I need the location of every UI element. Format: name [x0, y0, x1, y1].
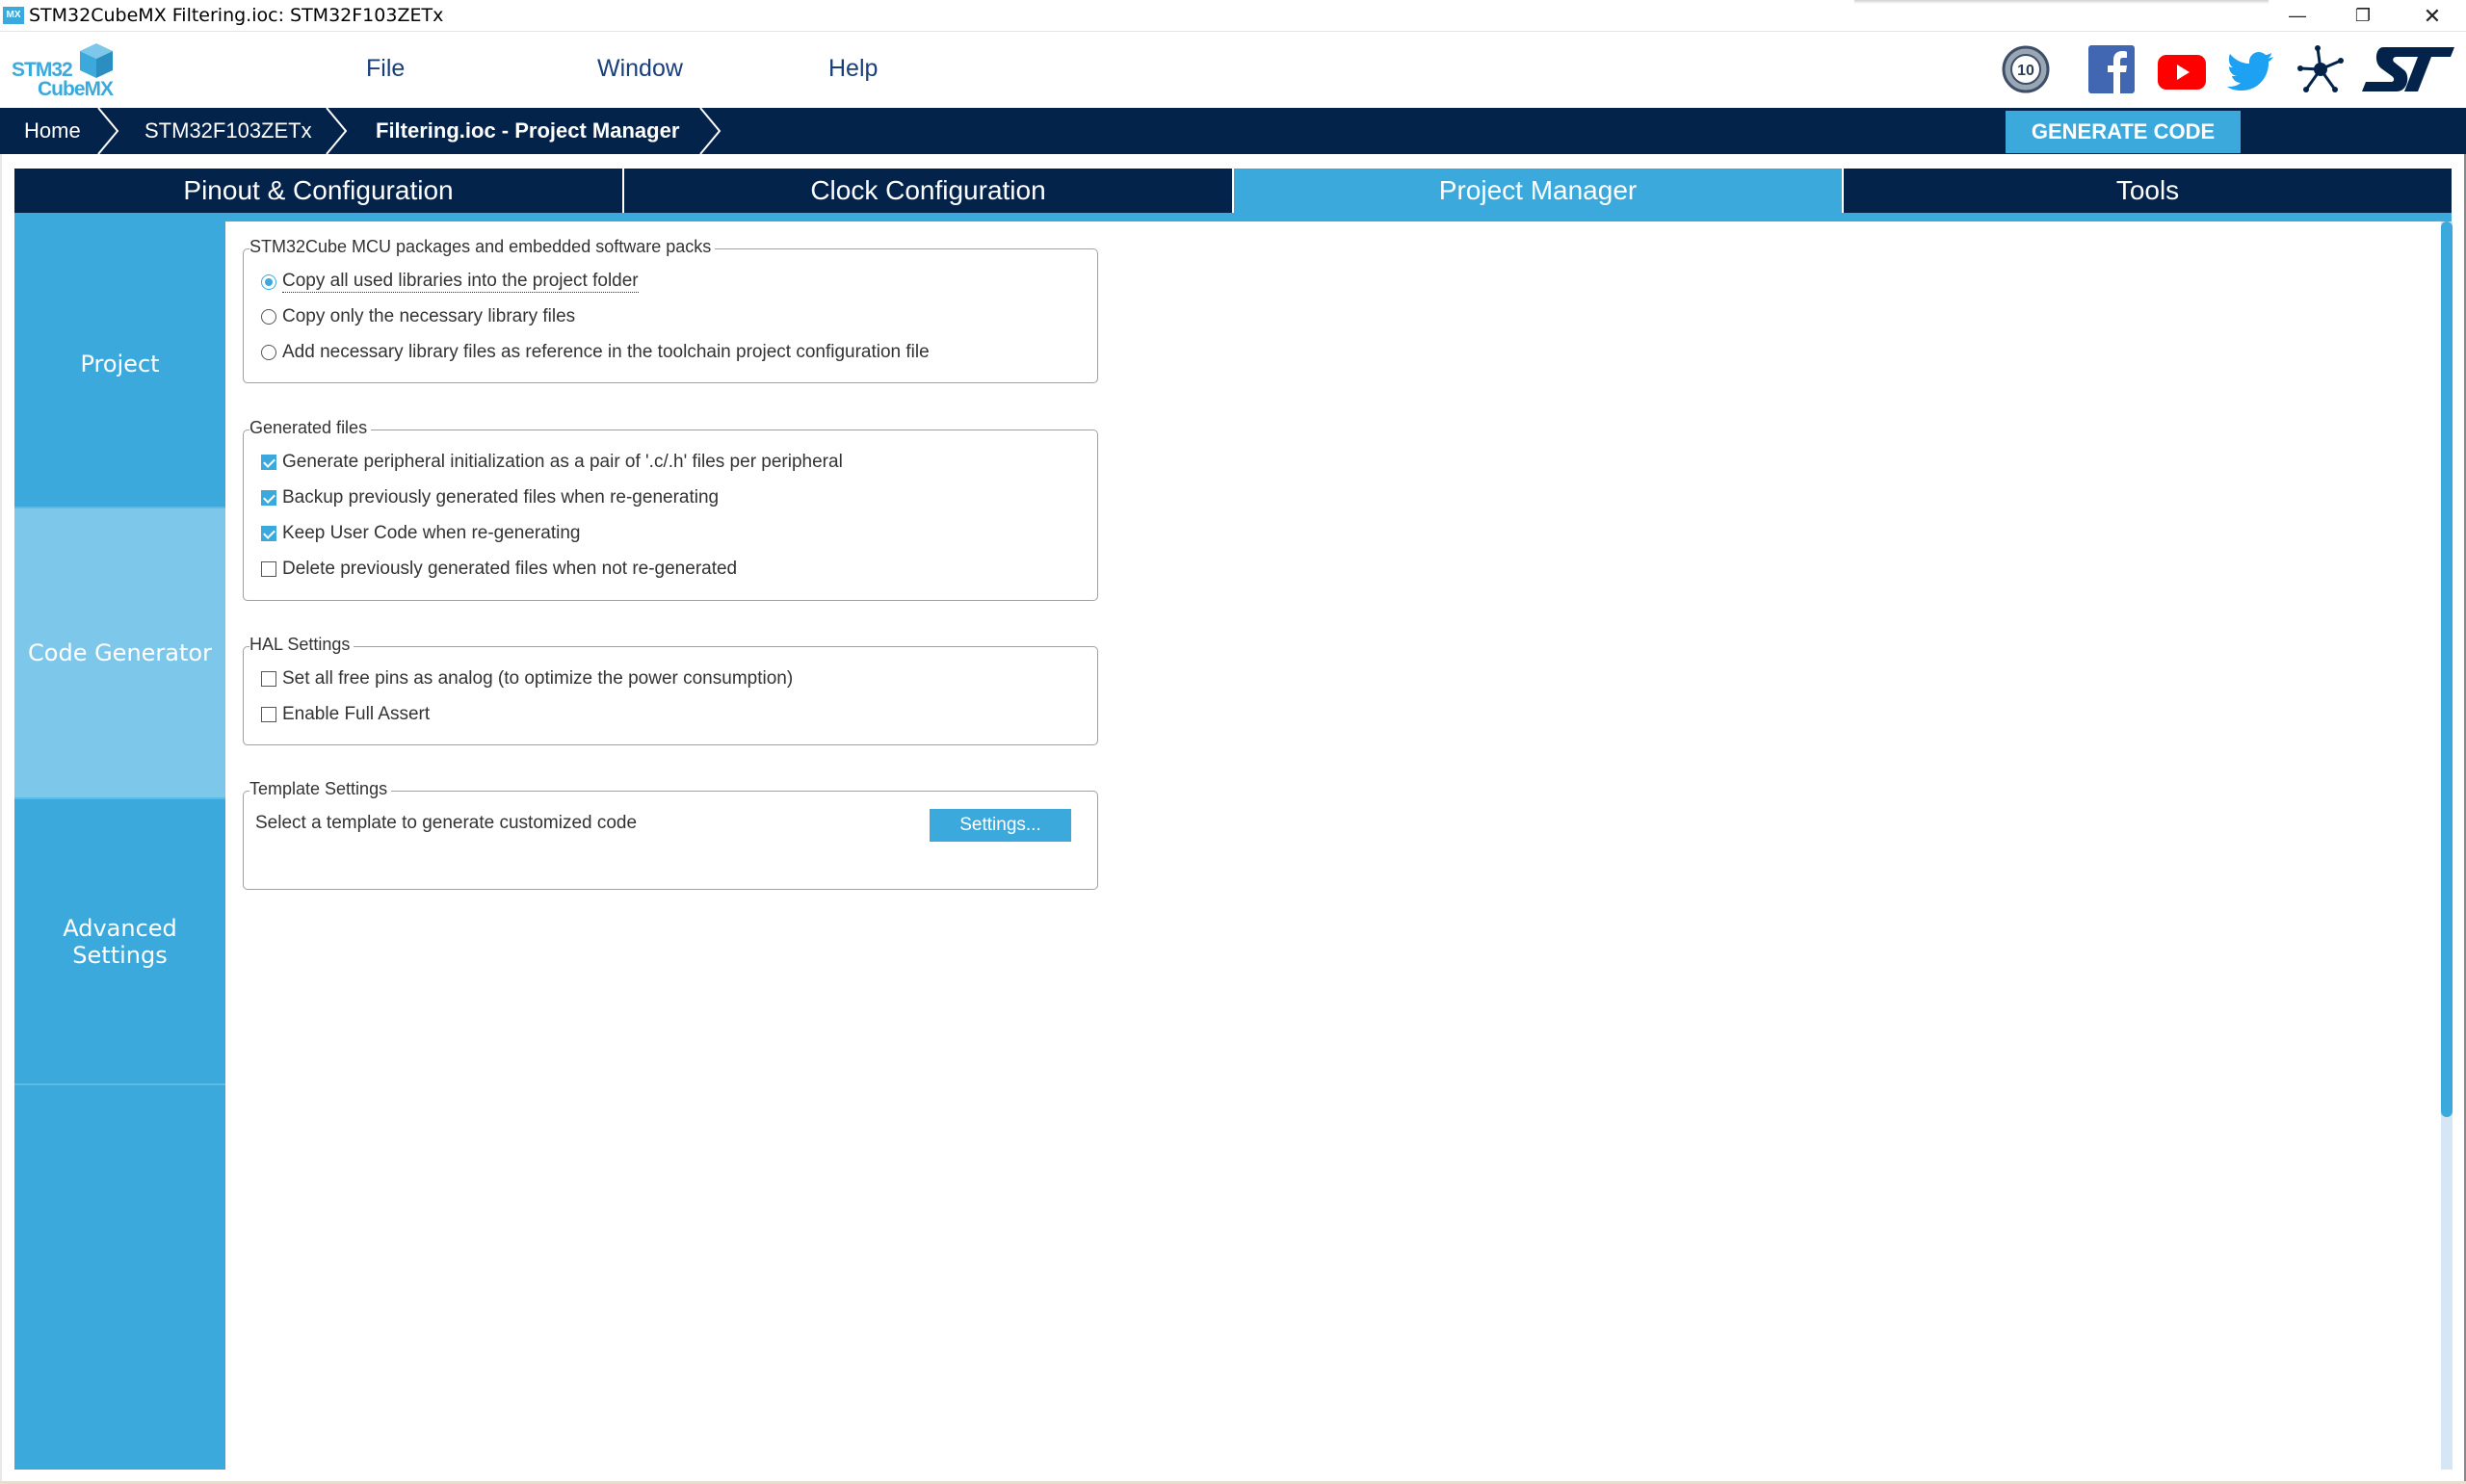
radio-copy-necessary-files[interactable]: Copy only the necessary library files: [261, 306, 575, 327]
sidebar-item-label: Advanced Settings: [63, 914, 177, 969]
option-label: Keep User Code when re-generating: [282, 523, 581, 543]
checkbox[interactable]: [261, 671, 276, 687]
minimize-button[interactable]: —: [2264, 0, 2331, 32]
option-label: Copy only the necessary library files: [282, 306, 576, 326]
option-label: Delete previously generated files when n…: [282, 559, 738, 579]
sidebar-item-code-generator[interactable]: Code Generator: [14, 508, 225, 799]
youtube-icon[interactable]: [2158, 55, 2206, 90]
hal-settings-group: HAL Settings Set all free pins as analog…: [243, 635, 1098, 745]
twitter-icon[interactable]: [2227, 51, 2275, 93]
generate-code-button[interactable]: GENERATE CODE: [2006, 111, 2241, 153]
chevron-right-icon: [97, 108, 119, 154]
sidebar-item-advanced-settings[interactable]: Advanced Settings: [14, 799, 225, 1085]
breadcrumb-mcu[interactable]: STM32F103ZETx: [144, 108, 312, 154]
option-label: Backup previously generated files when r…: [282, 487, 720, 508]
checkbox-generate-peripheral-pairs[interactable]: Generate peripheral initialization as a …: [261, 452, 843, 473]
breadcrumb: Home STM32F103ZETx Filtering.ioc - Proje…: [0, 108, 2466, 154]
menu-file[interactable]: File: [366, 55, 405, 83]
window-title: STM32CubeMX Filtering.ioc: STM32F103ZETx: [29, 5, 444, 26]
option-label: Copy all used libraries into the project…: [282, 271, 639, 293]
sidebar-item-label: Project: [80, 351, 160, 378]
template-description: Select a template to generate customized…: [255, 813, 638, 833]
option-label: Set all free pins as analog (to optimize…: [282, 668, 794, 689]
checkbox-checked[interactable]: [261, 526, 276, 541]
option-label: Enable Full Assert: [282, 704, 431, 724]
group-title: STM32Cube MCU packages and embedded soft…: [249, 237, 716, 257]
app-icon: MX: [3, 7, 24, 24]
radio-copy-all-libraries[interactable]: Copy all used libraries into the project…: [261, 271, 639, 293]
window-border-left: [0, 154, 2, 1484]
cube-icon: [80, 43, 113, 78]
sidebar-item-label: Code Generator: [28, 639, 212, 666]
sidebar-item-project[interactable]: Project: [14, 221, 225, 508]
breadcrumb-current: Filtering.ioc - Project Manager: [376, 118, 680, 143]
checkbox-enable-full-assert[interactable]: Enable Full Assert: [261, 704, 430, 725]
checkbox[interactable]: [261, 561, 276, 577]
tab-pinout-configuration[interactable]: Pinout & Configuration: [14, 169, 624, 213]
group-title: Generated files: [249, 418, 372, 438]
menu-help[interactable]: Help: [828, 55, 878, 83]
radio-add-as-reference[interactable]: Add necessary library files as reference…: [261, 342, 930, 363]
tab-project-manager[interactable]: Project Manager: [1234, 169, 1844, 213]
checkbox-backup-generated-files[interactable]: Backup previously generated files when r…: [261, 487, 719, 508]
app-header: STM32 CubeMX File Window Help 10: [0, 32, 2466, 108]
svg-text:10: 10: [2017, 63, 2034, 79]
checkbox-checked[interactable]: [261, 455, 276, 470]
radio-button[interactable]: [261, 309, 276, 325]
option-label: Add necessary library files as reference…: [282, 342, 930, 362]
template-settings-button[interactable]: Settings...: [930, 809, 1071, 842]
menu-window[interactable]: Window: [597, 55, 683, 83]
window-title-bar: MX STM32CubeMX Filtering.ioc: STM32F103Z…: [0, 0, 2466, 32]
restore-button[interactable]: ❐: [2329, 0, 2397, 32]
chevron-right-icon: [326, 108, 348, 154]
facebook-icon[interactable]: [2088, 45, 2135, 93]
logo-text-cubemx: CubeMX: [38, 78, 114, 100]
group-title: HAL Settings: [249, 635, 354, 655]
chevron-right-icon: [699, 108, 721, 154]
group-title: Template Settings: [249, 779, 392, 799]
checkbox[interactable]: [261, 707, 276, 722]
close-button[interactable]: ✕: [2399, 0, 2466, 32]
checkbox-free-pins-analog[interactable]: Set all free pins as analog (to optimize…: [261, 668, 793, 690]
checkbox-checked[interactable]: [261, 490, 276, 506]
network-icon[interactable]: [2296, 45, 2345, 93]
ten-years-badge-icon[interactable]: 10: [2002, 45, 2050, 93]
checkbox-delete-generated-files[interactable]: Delete previously generated files when n…: [261, 559, 737, 580]
main-tabs: Pinout & Configuration Clock Configurati…: [14, 169, 2452, 213]
checkbox-keep-user-code[interactable]: Keep User Code when re-generating: [261, 523, 580, 544]
tab-underline: [14, 213, 2452, 221]
template-settings-group: Template Settings Select a template to g…: [243, 779, 1098, 890]
tab-clock-configuration[interactable]: Clock Configuration: [624, 169, 1234, 213]
packages-group: STM32Cube MCU packages and embedded soft…: [243, 237, 1098, 383]
sidebar: Project Code Generator Advanced Settings: [14, 221, 225, 1470]
st-logo-icon[interactable]: [2362, 45, 2454, 93]
breadcrumb-home[interactable]: Home: [24, 108, 81, 154]
option-label: Generate peripheral initialization as a …: [282, 452, 843, 472]
tab-tools[interactable]: Tools: [1844, 169, 2452, 213]
radio-button-selected[interactable]: [261, 273, 276, 290]
radio-button[interactable]: [261, 345, 276, 360]
generated-files-group: Generated files Generate peripheral init…: [243, 418, 1098, 601]
scrollbar-thumb[interactable]: [2441, 221, 2453, 1117]
stm32cubemx-logo[interactable]: STM32 CubeMX: [12, 41, 118, 101]
title-shadow: [1854, 0, 2269, 4]
